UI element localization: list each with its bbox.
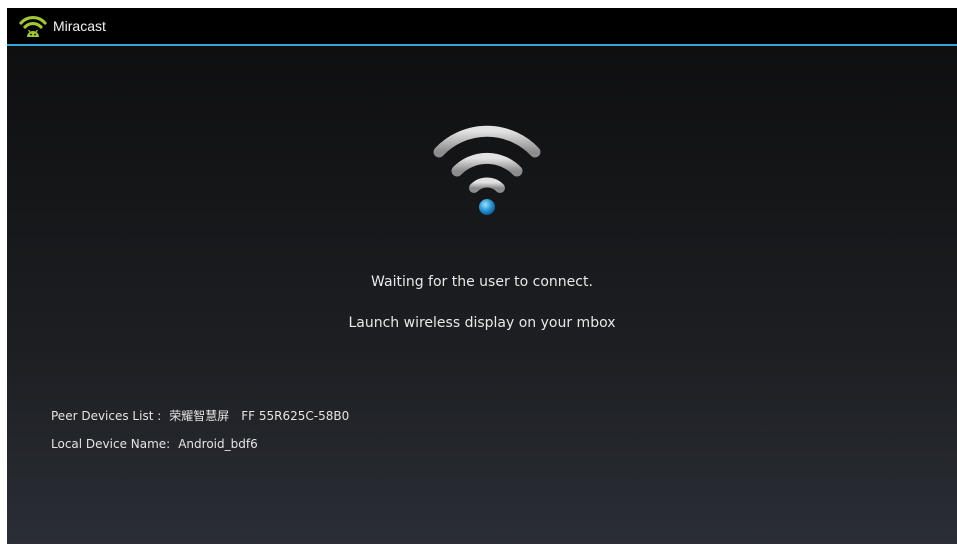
peer-device-name[interactable]: 荣耀智慧屏: [169, 409, 229, 423]
miracast-screen: Miracast Waiting for the user to connect…: [7, 8, 957, 544]
peer-devices-label: Peer Devices List :: [51, 409, 162, 423]
peer-devices-row: Peer Devices List : 荣耀智慧屏 FF 55R625C-58B0: [51, 408, 349, 424]
peer-device-id[interactable]: FF 55R625C-58B0: [241, 409, 349, 423]
wifi-android-icon: [19, 16, 47, 37]
waiting-message: Waiting for the user to connect.: [371, 274, 593, 290]
action-bar: Miracast: [7, 8, 957, 46]
app-title: Miracast: [53, 18, 106, 34]
local-device-row: Local Device Name: Android_bdf6: [51, 436, 258, 452]
wifi-signal-icon: [433, 125, 541, 215]
local-device-name: Android_bdf6: [178, 437, 258, 451]
launch-instruction: Launch wireless display on your mbox: [348, 315, 616, 331]
local-device-label: Local Device Name:: [51, 437, 171, 451]
